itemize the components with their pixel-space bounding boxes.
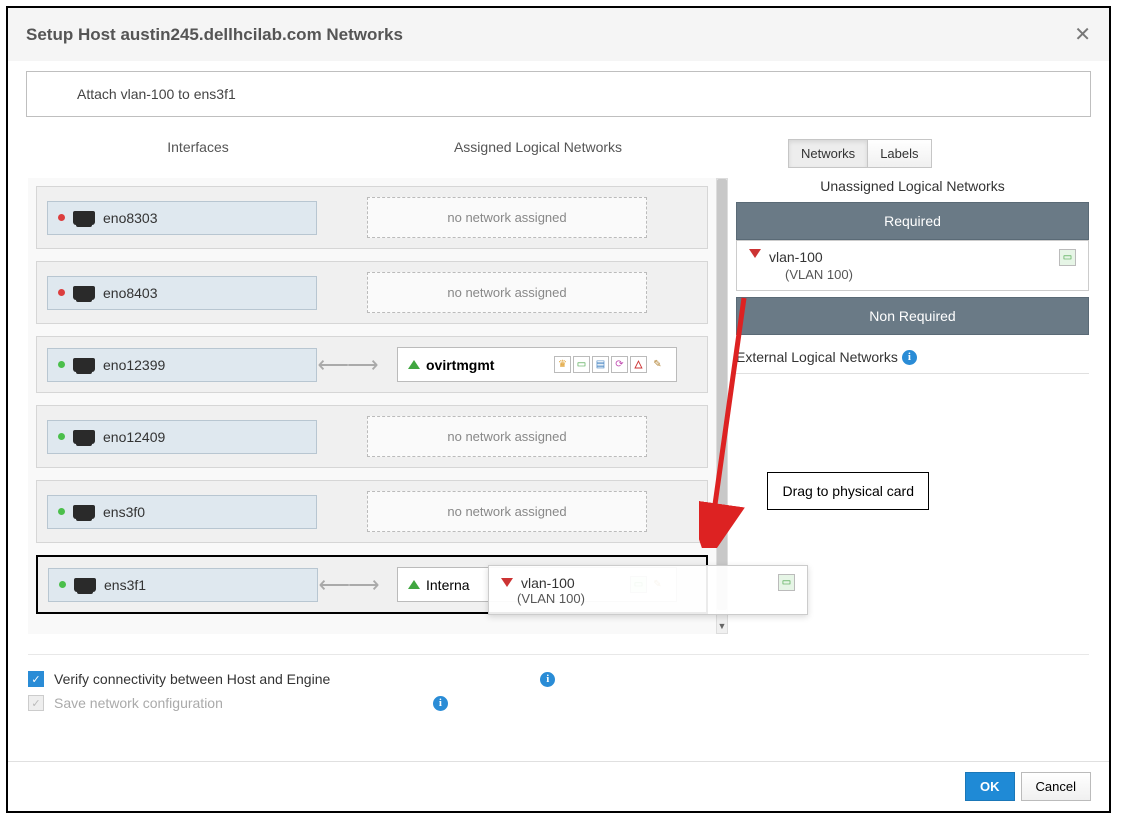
scroll-down-icon[interactable]: ▼ — [717, 621, 727, 633]
vm-icon: ▭ — [778, 574, 795, 591]
interface-row[interactable]: eno12399 ⟵⟶ ovirtmgmt ♛ ▭ ▤ ⟳ △ ✎ — [36, 336, 708, 393]
annotation-label: Drag to physical card — [767, 472, 929, 510]
non-required-section: Non Required — [736, 297, 1089, 335]
save-label: Save network configuration — [54, 695, 223, 711]
nic-icon — [74, 578, 96, 592]
network-slot[interactable]: ovirtmgmt ♛ ▭ ▤ ⟳ △ ✎ — [377, 347, 697, 382]
options-area: ✓ Verify connectivity between Host and E… — [28, 654, 1089, 715]
interface-name: ens3f0 — [103, 504, 145, 520]
bond-arrow-icon: ⟵⟶ — [318, 572, 378, 598]
network-up-icon — [408, 360, 420, 369]
edit-icon[interactable]: ✎ — [649, 356, 666, 373]
interface-card[interactable]: eno12399 — [47, 348, 317, 382]
status-up-icon — [59, 581, 66, 588]
network-label: ovirtmgmt — [426, 357, 494, 373]
right-tabs: NetworksLabels — [788, 139, 1089, 168]
scrollbar-thumb[interactable] — [717, 179, 727, 610]
status-down-icon — [58, 214, 65, 221]
monitor-icon: ▭ — [573, 356, 590, 373]
cancel-button[interactable]: Cancel — [1021, 772, 1091, 801]
interface-row[interactable]: ens3f0 no network assigned — [36, 480, 708, 543]
network-down-icon — [749, 249, 761, 258]
assigned-header: Assigned Logical Networks — [368, 139, 708, 168]
nic-icon — [73, 286, 95, 300]
ok-button[interactable]: OK — [965, 772, 1015, 801]
interface-row[interactable]: eno12409 no network assigned — [36, 405, 708, 468]
dialog-header: Setup Host austin245.dellhcilab.com Netw… — [8, 8, 1109, 61]
network-slot[interactable]: no network assigned — [317, 491, 697, 532]
checkbox-disabled-icon: ✓ — [28, 695, 44, 711]
no-network-placeholder: no network assigned — [367, 197, 647, 238]
info-icon[interactable]: i — [433, 696, 448, 711]
tab-networks[interactable]: Networks — [788, 139, 868, 168]
interface-name: ens3f1 — [104, 577, 146, 593]
warning-icon: △ — [630, 356, 647, 373]
tab-labels[interactable]: Labels — [867, 139, 931, 168]
instruction-bar: Attach vlan-100 to ens3f1 — [26, 71, 1091, 117]
external-networks-title: External Logical Networks i — [736, 349, 1089, 369]
verify-label: Verify connectivity between Host and Eng… — [54, 671, 330, 687]
status-up-icon — [58, 508, 65, 515]
interfaces-header: Interfaces — [28, 139, 368, 168]
interface-name: eno12399 — [103, 357, 165, 373]
unassigned-network-sub: (VLAN 100) — [769, 267, 853, 282]
setup-host-networks-dialog: Setup Host austin245.dellhcilab.com Netw… — [6, 6, 1111, 813]
interface-card[interactable]: eno8303 — [47, 201, 317, 235]
status-down-icon — [58, 289, 65, 296]
column-headers: Interfaces Assigned Logical Networks Net… — [28, 139, 1089, 168]
no-network-placeholder: no network assigned — [367, 491, 647, 532]
no-network-placeholder: no network assigned — [367, 272, 647, 313]
nic-icon — [73, 211, 95, 225]
dialog-footer: OK Cancel — [8, 761, 1109, 811]
save-config-option: ✓ Save network configuration i — [28, 691, 1089, 715]
close-icon[interactable]: ✕ — [1074, 22, 1091, 47]
vm-net-icon: ▤ — [592, 356, 609, 373]
verify-connectivity-option[interactable]: ✓ Verify connectivity between Host and E… — [28, 667, 1089, 691]
interface-card[interactable]: ens3f1 — [48, 568, 318, 602]
info-icon[interactable]: i — [902, 350, 917, 365]
info-icon[interactable]: i — [540, 672, 555, 687]
drag-network-sub: (VLAN 100) — [501, 591, 795, 606]
required-section: Required — [736, 202, 1089, 240]
interface-name: eno12409 — [103, 429, 165, 445]
unassigned-network-name: vlan-100 — [769, 249, 853, 265]
sync-icon: ⟳ — [611, 356, 628, 373]
unassigned-network-item[interactable]: vlan-100 (VLAN 100) ▭ — [736, 240, 1089, 291]
status-up-icon — [58, 433, 65, 440]
interface-card[interactable]: eno8403 — [47, 276, 317, 310]
unassigned-title: Unassigned Logical Networks — [736, 178, 1089, 194]
interface-name: eno8303 — [103, 210, 158, 226]
nic-icon — [73, 358, 95, 372]
network-badges: ♛ ▭ ▤ ⟳ △ ✎ — [554, 356, 666, 373]
mgmt-icon: ♛ — [554, 356, 571, 373]
drag-network-name: vlan-100 — [521, 575, 575, 591]
checkbox-checked-icon[interactable]: ✓ — [28, 671, 44, 687]
network-down-icon — [501, 578, 513, 587]
network-slot[interactable]: no network assigned — [317, 272, 697, 313]
bond-arrow-icon: ⟵⟶ — [317, 352, 377, 378]
no-network-placeholder: no network assigned — [367, 416, 647, 457]
network-slot[interactable]: no network assigned — [317, 416, 697, 457]
nic-icon — [73, 505, 95, 519]
dialog-title: Setup Host austin245.dellhcilab.com Netw… — [26, 25, 403, 45]
interface-card[interactable]: ens3f0 — [47, 495, 317, 529]
interface-row[interactable]: eno8303 no network assigned — [36, 186, 708, 249]
network-slot[interactable]: no network assigned — [317, 197, 697, 238]
network-label: Interna — [426, 577, 470, 593]
status-up-icon — [58, 361, 65, 368]
interface-name: eno8403 — [103, 285, 158, 301]
drag-ghost-network[interactable]: vlan-100 ▭ (VLAN 100) — [488, 565, 808, 615]
nic-icon — [73, 430, 95, 444]
interface-card[interactable]: eno12409 — [47, 420, 317, 454]
vm-icon: ▭ — [1059, 249, 1076, 266]
assigned-network[interactable]: ovirtmgmt ♛ ▭ ▤ ⟳ △ ✎ — [397, 347, 677, 382]
interface-row[interactable]: eno8403 no network assigned — [36, 261, 708, 324]
network-up-icon — [408, 580, 420, 589]
